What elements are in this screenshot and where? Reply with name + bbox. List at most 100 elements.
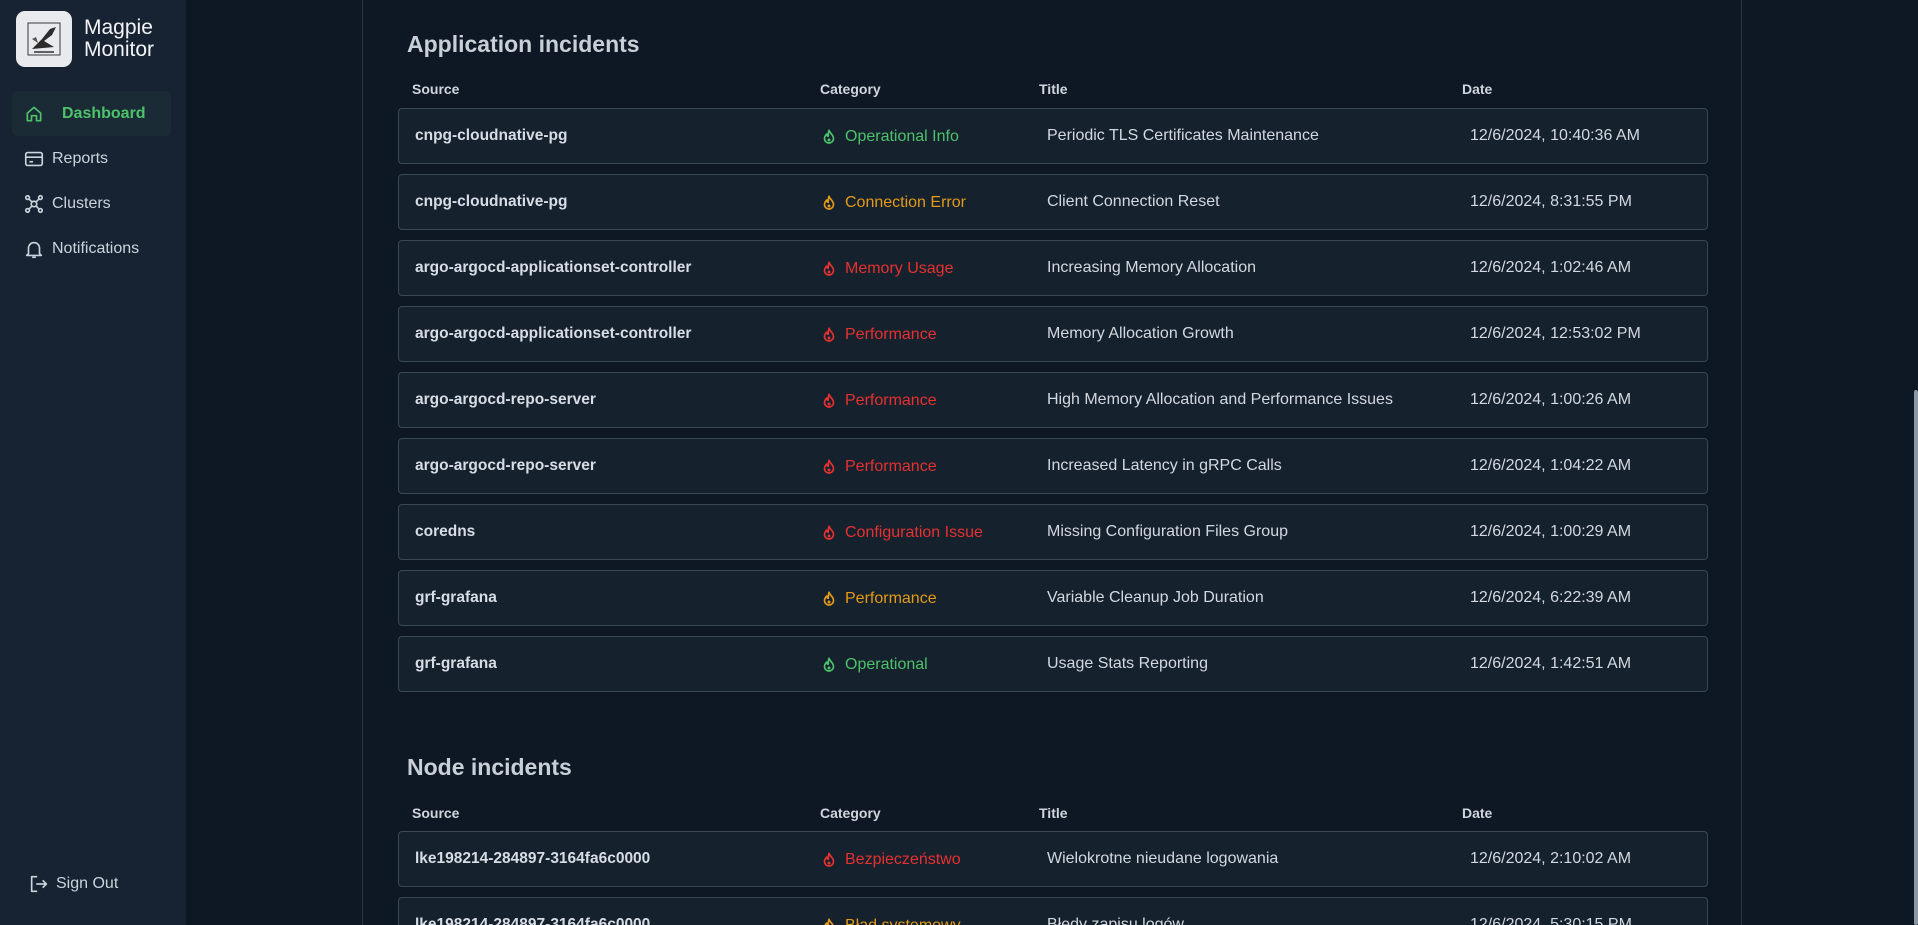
incident-category-label: Configuration Issue bbox=[845, 524, 983, 541]
incident-source: argo-argocd-applicationset-controller bbox=[415, 325, 692, 342]
incident-category-label: Performance bbox=[845, 392, 937, 409]
incident-row[interactable]: argo-argocd-repo-server Performance Increa… bbox=[398, 438, 1708, 494]
incident-date: 12/6/2024, 10:40:36 AM bbox=[1470, 127, 1640, 144]
incident-title: Periodic TLS Certificates Maintenance bbox=[1047, 127, 1319, 144]
col-date: Date bbox=[1462, 805, 1493, 821]
incident-title: Increasing Memory Allocation bbox=[1047, 259, 1256, 276]
incident-title: Client Connection Reset bbox=[1047, 193, 1220, 210]
sign-out-icon bbox=[28, 873, 50, 895]
incident-category: Memory Usage bbox=[819, 259, 953, 279]
brand-line-1: Magpie bbox=[84, 16, 153, 39]
incident-date: 12/6/2024, 12:53:02 PM bbox=[1470, 325, 1641, 342]
incident-category-label: Performance bbox=[845, 458, 937, 475]
col-title: Title bbox=[1039, 805, 1068, 821]
main-panel: Application incidents Source Category Ti… bbox=[362, 0, 1742, 925]
incident-date: 12/6/2024, 6:22:39 AM bbox=[1470, 589, 1632, 606]
incident-row[interactable]: argo-argocd-applicationset-controller Mem… bbox=[398, 240, 1708, 296]
flame-icon bbox=[819, 457, 839, 477]
reports-icon bbox=[22, 147, 46, 171]
incident-category: Operational bbox=[819, 655, 928, 675]
incident-category: Connection Error bbox=[819, 193, 966, 213]
incident-category-label: Performance bbox=[845, 590, 937, 607]
node-incidents-title: Node incidents bbox=[407, 754, 572, 780]
incident-category-label: Performance bbox=[845, 326, 937, 343]
incident-title: Memory Allocation Growth bbox=[1047, 325, 1234, 342]
col-date: Date bbox=[1462, 81, 1493, 97]
brand-line-2: Monitor bbox=[84, 38, 155, 61]
incident-category: Bezpieczeństwo bbox=[819, 850, 961, 870]
incident-row[interactable]: cnpg-cloudnative-pg Connection Error Clien… bbox=[398, 174, 1708, 230]
incident-category-label: Connection Error bbox=[845, 194, 966, 211]
incident-category-label: Operational Info bbox=[845, 128, 959, 145]
flame-icon bbox=[819, 916, 839, 925]
incident-date: 12/6/2024, 1:00:29 AM bbox=[1470, 523, 1632, 540]
clusters-icon bbox=[22, 192, 46, 216]
col-category: Category bbox=[820, 805, 881, 821]
incident-title: Usage Stats Reporting bbox=[1047, 655, 1208, 672]
flame-icon bbox=[819, 850, 839, 870]
incident-title: Variable Cleanup Job Duration bbox=[1047, 589, 1264, 606]
incident-row[interactable]: cnpg-cloudnative-pg Operational Info Perio… bbox=[398, 108, 1708, 164]
flame-icon bbox=[819, 193, 839, 213]
incident-source: lke198214-284897-3164fa6c0000 bbox=[415, 850, 651, 867]
incident-date: 12/6/2024, 1:42:51 AM bbox=[1470, 655, 1632, 672]
incident-date: 12/6/2024, 5:30:15 PM bbox=[1470, 916, 1632, 925]
sidebar-item-label: Clusters bbox=[52, 194, 111, 212]
incident-source: coredns bbox=[415, 523, 476, 540]
incident-source: cnpg-cloudnative-pg bbox=[415, 193, 568, 210]
incident-date: 12/6/2024, 1:04:22 AM bbox=[1470, 457, 1632, 474]
sidebar: Magpie Monitor Dashboard Reports Cluster… bbox=[0, 0, 186, 925]
sign-out-button[interactable]: Sign Out bbox=[28, 873, 118, 895]
incident-category: Performance bbox=[819, 457, 937, 477]
bell-icon bbox=[22, 237, 46, 261]
col-category: Category bbox=[820, 81, 881, 97]
page-scrollbar[interactable] bbox=[1914, 390, 1918, 925]
incident-source: argo-argocd-repo-server bbox=[415, 391, 596, 408]
incident-category-label: Błąd systemowy bbox=[845, 917, 961, 925]
incident-row[interactable]: grf-grafana Performance Variable Cleanup J… bbox=[398, 570, 1708, 626]
sidebar-item-notifications[interactable]: Notifications bbox=[12, 226, 171, 271]
incident-date: 12/6/2024, 2:10:02 AM bbox=[1470, 850, 1632, 867]
flame-icon bbox=[819, 655, 839, 675]
sidebar-item-reports[interactable]: Reports bbox=[12, 136, 171, 181]
incident-row[interactable]: argo-argocd-applicationset-controller Per… bbox=[398, 306, 1708, 362]
incident-title: Błędy zapisu logów bbox=[1047, 916, 1184, 925]
incident-source: cnpg-cloudnative-pg bbox=[415, 127, 568, 144]
incident-source: argo-argocd-repo-server bbox=[415, 457, 596, 474]
incident-row[interactable]: coredns Configuration Issue Missing Config… bbox=[398, 504, 1708, 560]
flame-icon bbox=[819, 259, 839, 279]
incident-source: argo-argocd-applicationset-controller bbox=[415, 259, 692, 276]
incident-category: Performance bbox=[819, 391, 937, 411]
incident-date: 12/6/2024, 1:02:46 AM bbox=[1470, 259, 1632, 276]
incident-category-label: Bezpieczeństwo bbox=[845, 851, 961, 868]
incident-category: Performance bbox=[819, 325, 937, 345]
incident-title: Increased Latency in gRPC Calls bbox=[1047, 457, 1282, 474]
col-source: Source bbox=[412, 805, 460, 821]
incident-title: Missing Configuration Files Group bbox=[1047, 523, 1288, 540]
magpie-logo-icon bbox=[16, 11, 72, 67]
incident-category-label: Memory Usage bbox=[845, 260, 954, 277]
col-source: Source bbox=[412, 81, 460, 97]
incident-row[interactable]: grf-grafana Operational Usage Stats Report… bbox=[398, 636, 1708, 692]
sidebar-item-label: Notifications bbox=[52, 239, 140, 257]
incident-row[interactable]: argo-argocd-repo-server Performance High M… bbox=[398, 372, 1708, 428]
incident-title: High Memory Allocation and Performance I… bbox=[1047, 391, 1393, 408]
incident-date: 12/6/2024, 8:31:55 PM bbox=[1470, 193, 1632, 210]
incident-row[interactable]: lke198214-284897-3164fa6c0000 Błąd system… bbox=[398, 897, 1708, 925]
incident-source: grf-grafana bbox=[415, 655, 497, 672]
col-title: Title bbox=[1039, 81, 1068, 97]
incident-category-label: Operational bbox=[845, 656, 928, 673]
sidebar-item-dashboard[interactable]: Dashboard bbox=[12, 91, 171, 136]
incident-category: Błąd systemowy bbox=[819, 916, 961, 925]
incident-row[interactable]: lke198214-284897-3164fa6c0000 Bezpieczeńs… bbox=[398, 831, 1708, 887]
incident-date: 12/6/2024, 1:00:26 AM bbox=[1470, 391, 1632, 408]
incident-category: Operational Info bbox=[819, 127, 959, 147]
sidebar-nav: Dashboard Reports Clusters Notifications bbox=[12, 91, 171, 271]
incident-source: grf-grafana bbox=[415, 589, 497, 606]
incident-source: lke198214-284897-3164fa6c0000 bbox=[415, 916, 651, 925]
brand[interactable]: Magpie Monitor bbox=[16, 11, 154, 67]
flame-icon bbox=[819, 391, 839, 411]
flame-icon bbox=[819, 523, 839, 543]
incident-category: Configuration Issue bbox=[819, 523, 983, 543]
sidebar-item-clusters[interactable]: Clusters bbox=[12, 181, 171, 226]
